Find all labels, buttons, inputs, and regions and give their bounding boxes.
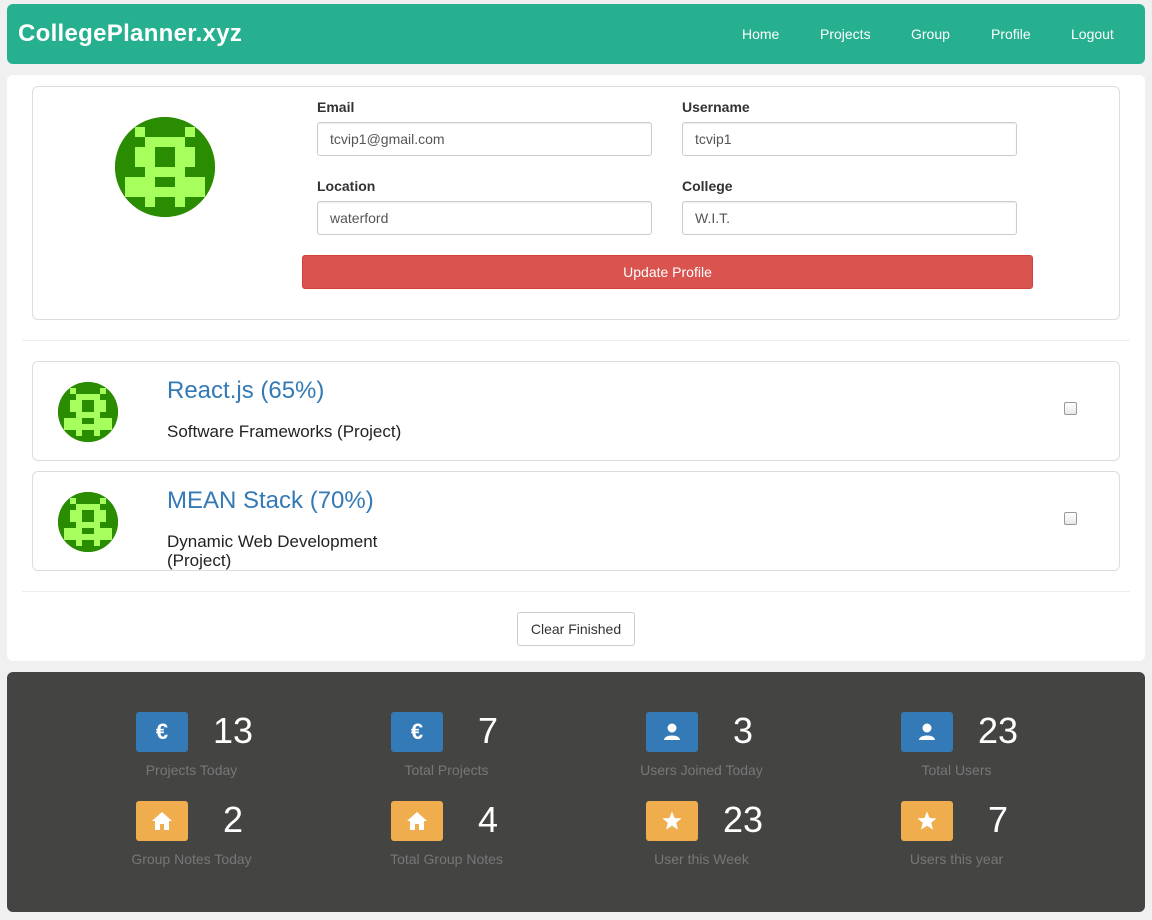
- home-icon: [391, 801, 443, 841]
- nav-profile[interactable]: Profile: [991, 26, 1031, 42]
- project-item: React.js (65%) Software Frameworks (Proj…: [32, 361, 1120, 461]
- divider: [22, 340, 1130, 341]
- stat-value: 13: [212, 710, 254, 751]
- home-icon: [136, 801, 188, 841]
- avatar: [115, 117, 215, 217]
- project-subtitle: Dynamic Web Development (Project): [167, 532, 378, 570]
- stat-group-notes-today: 2 Group Notes Today: [14, 799, 269, 881]
- profile-card: Email Username Location College Update P…: [32, 86, 1120, 320]
- euro-icon: €: [136, 712, 188, 752]
- nav-projects[interactable]: Projects: [820, 26, 871, 42]
- project-subtitle: Software Frameworks (Project): [167, 422, 402, 441]
- user-icon: [901, 712, 953, 752]
- stat-label: Total Users: [921, 762, 992, 778]
- location-label: Location: [317, 178, 376, 194]
- euro-icon: €: [391, 712, 443, 752]
- stat-total-users: 23 Total Users: [779, 710, 1034, 792]
- stat-value: 7: [987, 799, 1009, 840]
- stat-value: 23: [977, 710, 1019, 751]
- main-panel: Email Username Location College Update P…: [7, 75, 1145, 661]
- project-title[interactable]: MEAN Stack (70%): [167, 487, 374, 515]
- stat-users-this-year: 7 Users this year: [779, 799, 1034, 881]
- college-label: College: [682, 178, 733, 194]
- college-field[interactable]: [682, 201, 1017, 235]
- user-icon: [646, 712, 698, 752]
- project-finished-checkbox[interactable]: [1064, 402, 1077, 415]
- email-label: Email: [317, 99, 355, 115]
- stat-value: 23: [722, 799, 764, 840]
- nav-home[interactable]: Home: [742, 26, 779, 42]
- project-avatar: [58, 382, 118, 442]
- project-title[interactable]: React.js (65%): [167, 377, 324, 405]
- stat-total-projects: € 7 Total Projects: [269, 710, 524, 792]
- project-avatar: [58, 492, 118, 552]
- stat-label: Users this year: [909, 851, 1004, 867]
- stat-value: 2: [222, 799, 244, 840]
- stat-user-this-week: 23 User this Week: [524, 799, 779, 881]
- update-profile-button[interactable]: Update Profile: [302, 255, 1033, 289]
- divider: [22, 591, 1130, 592]
- top-navbar: CollegePlanner.xyz Home Projects Group P…: [7, 4, 1145, 64]
- project-item: MEAN Stack (70%) Dynamic Web Development…: [32, 471, 1120, 571]
- stat-total-group-notes: 4 Total Group Notes: [269, 799, 524, 881]
- nav-logout[interactable]: Logout: [1071, 26, 1114, 42]
- stat-value: 4: [477, 799, 499, 840]
- clear-finished-button[interactable]: Clear Finished: [517, 612, 635, 646]
- star-icon: [646, 801, 698, 841]
- stat-projects-today: € 13 Projects Today: [14, 710, 269, 792]
- stat-value: 7: [477, 710, 499, 751]
- star-icon: [901, 801, 953, 841]
- brand-logo[interactable]: CollegePlanner.xyz: [18, 20, 242, 48]
- location-field[interactable]: [317, 201, 652, 235]
- nav-group[interactable]: Group: [911, 26, 950, 42]
- stats-footer: € 13 Projects Today € 7 Total Projects 3…: [7, 672, 1145, 912]
- username-field[interactable]: [682, 122, 1017, 156]
- username-label: Username: [682, 99, 750, 115]
- project-finished-checkbox[interactable]: [1064, 512, 1077, 525]
- identicon-icon: [58, 382, 118, 442]
- identicon-icon: [58, 492, 118, 552]
- stat-value: 3: [732, 710, 754, 751]
- stat-users-joined-today: 3 Users Joined Today: [524, 710, 779, 792]
- email-field[interactable]: [317, 122, 652, 156]
- identicon-icon: [115, 117, 215, 217]
